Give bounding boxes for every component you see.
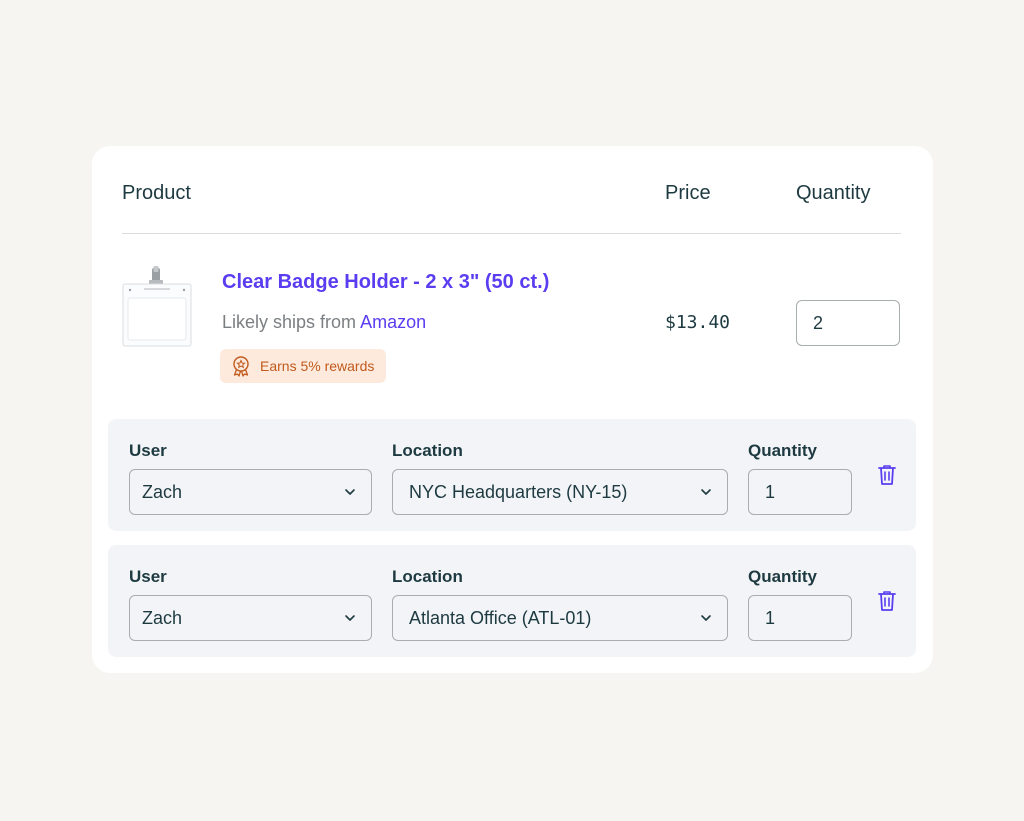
allocation-quantity-input[interactable]: 1 [748,469,852,515]
chevron-down-icon [345,489,355,495]
chevron-down-icon [345,615,355,621]
rewards-label: Earns 5% rewards [260,358,375,374]
chevron-down-icon [701,615,711,621]
location-label: Location [392,441,463,460]
award-ribbon-icon [233,356,249,377]
chevron-down-icon [701,489,711,495]
product-price: $13.40 [665,312,731,333]
ships-from-text: Likely ships from Amazon [222,312,426,333]
product-title-link[interactable]: Clear Badge Holder - 2 x 3" (50 ct.) [222,271,549,294]
badge-holder-image[interactable] [122,266,192,348]
rewards-badge: Earns 5% rewards [220,349,387,383]
user-label: User [129,567,167,586]
allocation-quantity-input[interactable]: 1 [748,595,852,641]
allocation-row: User Location Quantity Zach Atlanta Offi… [108,545,916,657]
product-quantity-input[interactable]: 2 [796,300,900,346]
user-select[interactable]: Zach [129,469,372,515]
quantity-label: Quantity [748,567,817,586]
ships-from-prefix: Likely ships from [222,312,361,332]
location-select-value: Atlanta Office (ATL-01) [409,607,592,628]
cart-card: Product Price Quantity Clear Badge Holde… [92,146,933,673]
allocation-row: User Location Quantity Zach NYC Headquar… [108,419,916,531]
column-header-quantity: Quantity [796,182,871,204]
location-label: Location [392,567,463,586]
location-select-value: NYC Headquarters (NY-15) [409,481,628,502]
trash-icon[interactable] [876,589,898,613]
user-label: User [129,441,167,460]
user-select-value: Zach [142,481,183,502]
user-select-value: Zach [142,607,183,628]
column-header-product: Product [122,182,191,204]
vendor-link[interactable]: Amazon [360,312,426,332]
column-header-price: Price [665,182,711,204]
location-select[interactable]: Atlanta Office (ATL-01) [392,595,728,641]
header-divider [122,233,901,234]
quantity-label: Quantity [748,441,817,460]
location-select[interactable]: NYC Headquarters (NY-15) [392,469,728,515]
user-select[interactable]: Zach [129,595,372,641]
trash-icon[interactable] [876,463,898,487]
